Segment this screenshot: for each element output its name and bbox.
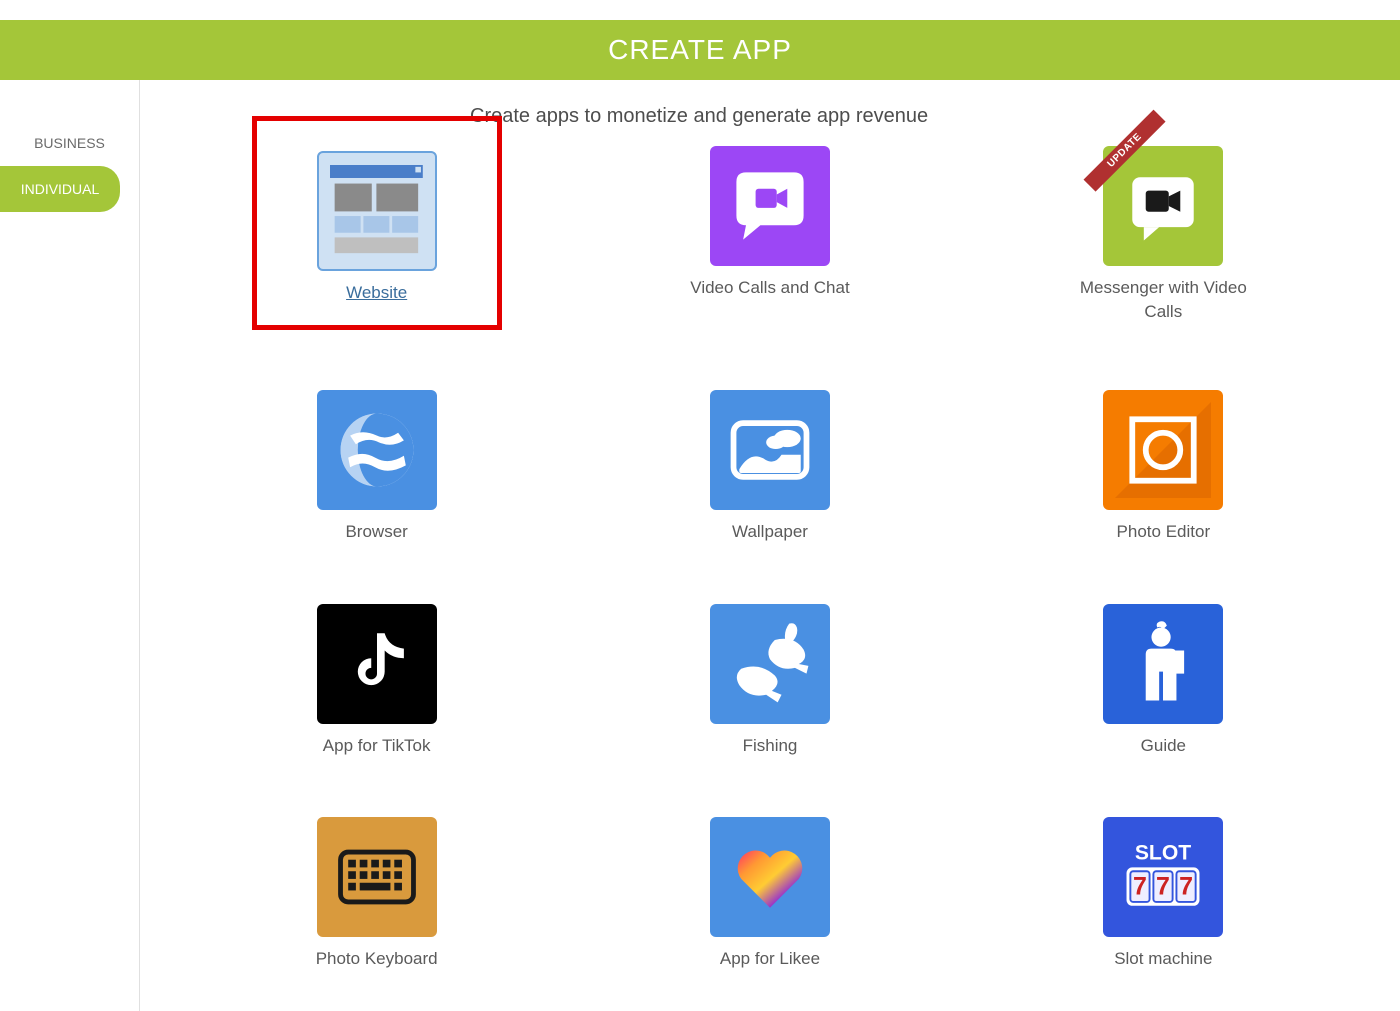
app-card-likee[interactable]: App for Likee [685, 817, 855, 971]
app-label: Photo Editor [1117, 520, 1211, 544]
keyboard-icon [317, 817, 437, 937]
app-label: Photo Keyboard [316, 947, 438, 971]
app-card-photo-editor[interactable]: Photo Editor [1078, 390, 1248, 544]
svg-text:7: 7 [1133, 873, 1147, 901]
page-body: BUSINESS INDIVIDUAL Create apps to monet… [0, 80, 1400, 1011]
app-label: Slot machine [1114, 947, 1212, 971]
app-card-browser[interactable]: Browser [292, 390, 462, 544]
app-card-messenger-video[interactable]: UPDATE Messenger with Video Calls [1078, 146, 1248, 330]
app-label: Video Calls and Chat [690, 276, 849, 300]
app-label: Website [346, 281, 407, 305]
page-subtitle: Create apps to monetize and generate app… [470, 105, 1360, 128]
app-label: App for TikTok [323, 734, 431, 758]
app-card-tiktok[interactable]: App for TikTok [292, 604, 462, 758]
svg-text:7: 7 [1156, 873, 1170, 901]
browser-globe-icon [317, 390, 437, 510]
main-content: Create apps to monetize and generate app… [140, 80, 1400, 1011]
header: CREATE APP [0, 20, 1400, 80]
app-label: Wallpaper [732, 520, 808, 544]
app-card-website[interactable]: Website [252, 116, 502, 330]
app-card-wallpaper[interactable]: Wallpaper [685, 390, 855, 544]
app-card-video-calls-chat[interactable]: Video Calls and Chat [685, 146, 855, 330]
messenger-video-icon: UPDATE [1103, 146, 1223, 266]
svg-text:SLOT: SLOT [1135, 842, 1191, 865]
tiktok-icon [317, 604, 437, 724]
photo-editor-icon [1103, 390, 1223, 510]
fishing-icon [710, 604, 830, 724]
sidebar-item-individual[interactable]: INDIVIDUAL [0, 166, 120, 212]
top-spacer [0, 0, 1400, 20]
svg-text:7: 7 [1179, 873, 1193, 901]
guide-icon [1103, 604, 1223, 724]
website-icon [317, 151, 437, 271]
likee-heart-icon [710, 817, 830, 937]
slot-machine-icon: SLOT777 [1103, 817, 1223, 937]
app-card-photo-keyboard[interactable]: Photo Keyboard [292, 817, 462, 971]
app-label: Messenger with Video Calls [1078, 276, 1248, 324]
app-label: Browser [345, 520, 407, 544]
page-title: CREATE APP [608, 34, 792, 66]
video-chat-icon [710, 146, 830, 266]
wallpaper-icon [710, 390, 830, 510]
app-label: Guide [1141, 734, 1186, 758]
app-card-slot-machine[interactable]: SLOT777 Slot machine [1078, 817, 1248, 971]
app-card-guide[interactable]: Guide [1078, 604, 1248, 758]
app-label: Fishing [743, 734, 798, 758]
sidebar-item-business[interactable]: BUSINESS [0, 120, 139, 166]
app-card-fishing[interactable]: Fishing [685, 604, 855, 758]
app-label: App for Likee [720, 947, 820, 971]
sidebar: BUSINESS INDIVIDUAL [0, 80, 140, 1011]
app-grid: Website Video Calls and Chat UPDATE Mess… [180, 146, 1360, 971]
